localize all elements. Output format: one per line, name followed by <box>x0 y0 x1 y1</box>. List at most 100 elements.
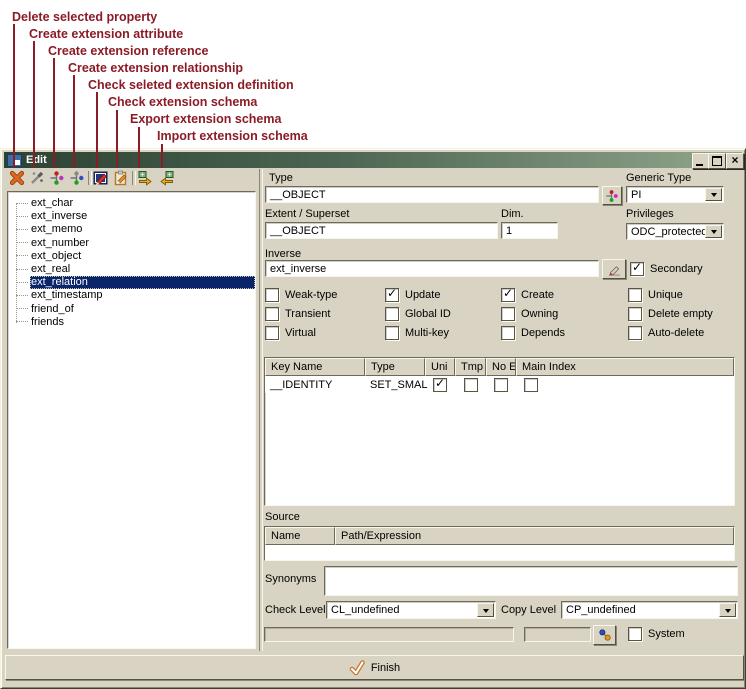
minimize-icon <box>696 164 703 166</box>
type-browse-button[interactable] <box>602 186 622 205</box>
delete-empty-checkbox[interactable]: Delete empty <box>628 307 713 320</box>
tree-item-ext-object[interactable]: ext_object <box>8 250 255 263</box>
system-checkbox-label: System <box>648 628 685 640</box>
weak-type-checkbox[interactable]: Weak-type <box>265 288 337 301</box>
main-index-header[interactable]: Main Index <box>516 358 734 376</box>
close-icon: × <box>727 153 743 167</box>
copy-level-label: Copy Level <box>501 604 556 616</box>
create-checkbox[interactable]: Create <box>501 288 554 301</box>
export-extension-schema-button[interactable] <box>137 170 153 186</box>
update-checkbox[interactable]: Update <box>385 288 440 301</box>
owning-checkbox[interactable]: Owning <box>501 307 558 320</box>
uni-checkbox[interactable] <box>433 378 447 392</box>
tree-item-ext-char[interactable]: ext_char <box>8 197 255 210</box>
dim-label: Dim. <box>501 208 524 220</box>
annotation-create-extension-reference: Create extension reference <box>48 44 209 58</box>
inverse-input[interactable]: ext_inverse <box>265 260 599 277</box>
tmp-checkbox[interactable] <box>464 378 478 392</box>
create-extension-reference-button[interactable] <box>49 170 65 186</box>
chevron-down-icon <box>711 230 717 237</box>
tmp-header[interactable]: Tmp <box>455 358 486 376</box>
check-level-dropdown[interactable]: CL_undefined <box>326 601 496 619</box>
privileges-label: Privileges <box>626 208 674 220</box>
unique-checkbox[interactable]: Unique <box>628 288 683 301</box>
tree-item-ext-number[interactable]: ext_number <box>8 237 255 250</box>
type-input[interactable]: __OBJECT <box>265 186 599 203</box>
tree-item-ext-real[interactable]: ext_real <box>8 263 255 276</box>
tree-connector <box>16 216 28 218</box>
tree-item-friend-of[interactable]: friend_of <box>8 303 255 316</box>
path-expression-header[interactable]: Path/Expression <box>335 527 734 545</box>
transient-checkbox[interactable]: Transient <box>265 307 330 320</box>
tree-connector <box>16 203 28 205</box>
annotation-export-extension-schema: Export extension schema <box>130 112 281 126</box>
tree-item-ext-inverse[interactable]: ext_inverse <box>8 210 255 223</box>
depends-checkbox[interactable]: Depends <box>501 326 565 339</box>
system-checkbox[interactable]: System <box>628 627 685 640</box>
generic-type-dropdown[interactable]: PI <box>626 186 724 203</box>
tree-item-ext-memo[interactable]: ext_memo <box>8 223 255 236</box>
multi-key-checkbox[interactable]: Multi-key <box>385 326 449 339</box>
dim-input[interactable]: 1 <box>501 222 558 239</box>
no-e-checkbox[interactable] <box>494 378 508 392</box>
synonyms-label: Synonyms <box>265 573 316 585</box>
extent-superset-input[interactable]: __OBJECT <box>265 222 498 239</box>
global-id-checkbox[interactable]: Global ID <box>385 307 451 320</box>
type-header[interactable]: Type <box>365 358 425 376</box>
synonyms-input[interactable] <box>324 566 738 596</box>
uni-header[interactable]: Uni <box>425 358 455 376</box>
finish-button-label: Finish <box>371 662 400 674</box>
bottom-browse-button[interactable] <box>593 625 616 645</box>
tree-item-ext-relation-selected[interactable]: ext_relation <box>8 276 255 289</box>
create-extension-attribute-button[interactable] <box>29 170 45 186</box>
tree-connector <box>16 282 28 284</box>
finish-button[interactable]: Finish <box>5 655 744 680</box>
checkbox-box[interactable] <box>630 262 644 276</box>
inverse-edit-button[interactable] <box>602 259 626 279</box>
main-index-checkbox[interactable] <box>524 378 538 392</box>
maximize-icon <box>712 156 722 166</box>
source-table-empty-row[interactable] <box>265 545 734 560</box>
bottom-readonly-field-2 <box>524 627 591 642</box>
type-label: Type <box>269 172 293 184</box>
dropdown-arrow-button[interactable] <box>705 225 722 238</box>
copy-level-dropdown[interactable]: CP_undefined <box>561 601 738 619</box>
import-extension-schema-button[interactable] <box>159 170 175 186</box>
title-bar[interactable]: Edit <box>4 152 742 168</box>
dropdown-arrow-button[interactable] <box>705 188 722 201</box>
auto-delete-checkbox[interactable]: Auto-delete <box>628 326 704 339</box>
close-button[interactable]: × <box>726 153 744 169</box>
annotation-import-extension-schema: Import extension schema <box>157 129 308 143</box>
delete-icon <box>9 170 25 186</box>
check-definition-icon <box>93 170 109 186</box>
annotation-leader-line <box>73 75 75 168</box>
secondary-checkbox[interactable]: Secondary <box>630 262 703 275</box>
tree-item-friends[interactable]: friends <box>8 316 255 329</box>
delete-property-button[interactable] <box>9 170 25 186</box>
virtual-checkbox[interactable]: Virtual <box>265 326 316 339</box>
tree-connector <box>16 295 28 297</box>
key-table[interactable]: Key Name Type Uni Tmp No E Main Index __… <box>264 357 735 506</box>
inverse-label: Inverse <box>265 248 301 260</box>
check-extension-schema-button[interactable] <box>113 170 129 186</box>
annotation-leader-line <box>53 58 55 168</box>
key-name-header[interactable]: Key Name <box>265 358 365 376</box>
no-e-header[interactable]: No E <box>486 358 516 376</box>
annotation-create-extension-relationship: Create extension relationship <box>68 61 243 75</box>
tree-item-ext-timestamp[interactable]: ext_timestamp <box>8 289 255 302</box>
dropdown-arrow-button[interactable] <box>477 603 494 617</box>
maximize-button[interactable] <box>708 153 726 169</box>
create-extension-relationship-button[interactable] <box>69 170 85 186</box>
key-table-row[interactable]: __IDENTITY SET_SMAL <box>265 376 734 393</box>
privileges-dropdown[interactable]: ODC_protected <box>626 223 724 240</box>
create-relationship-icon <box>69 170 85 186</box>
tree-connector <box>16 242 28 244</box>
panel-divider <box>259 169 263 651</box>
name-header[interactable]: Name <box>265 527 335 545</box>
annotation-leader-line <box>161 144 163 168</box>
annotation-check-extension-schema: Check extension schema <box>108 95 257 109</box>
check-extension-definition-button[interactable] <box>93 170 109 186</box>
dropdown-arrow-button[interactable] <box>719 603 736 617</box>
tree-connector <box>16 229 28 231</box>
source-table[interactable]: Name Path/Expression <box>264 526 735 561</box>
